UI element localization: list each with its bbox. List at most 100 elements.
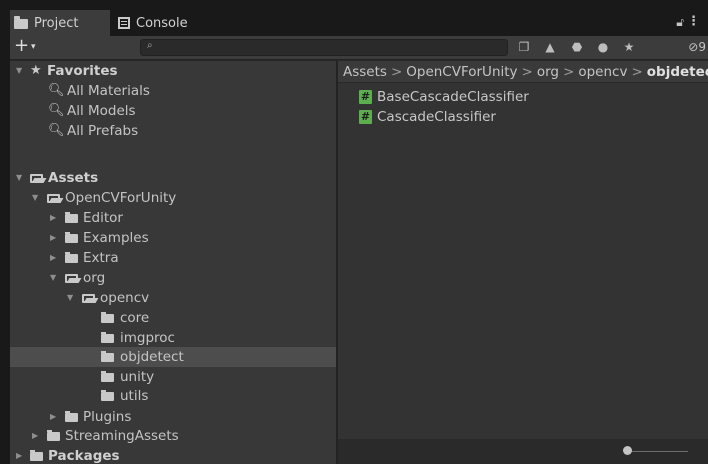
hidden-packages-toggle[interactable]: ⊘9: [688, 38, 706, 56]
tree-row-label: Packages: [48, 448, 120, 464]
project-tree: ▼ ★ Favorites 🔍︎ All Materials 🔍︎ All Mo…: [10, 61, 336, 464]
collapse-arrow-icon[interactable]: ▶: [50, 248, 56, 268]
tree-row-unity[interactable]: unity: [10, 367, 336, 387]
breadcrumb-item[interactable]: opencv: [578, 64, 627, 80]
tree-row-label: org: [83, 270, 106, 286]
folder-icon: [14, 16, 28, 29]
search-by-log-type-icon[interactable]: ●: [593, 38, 613, 56]
search-by-type-icon[interactable]: ▲: [540, 38, 560, 56]
expand-arrow-icon[interactable]: ▼: [67, 288, 73, 308]
search-input[interactable]: ⌕: [140, 39, 508, 56]
folder-icon: [65, 212, 78, 223]
folder-contents: Assets > OpenCVForUnity > org > opencv > objdete…: [338, 61, 708, 464]
tree-row-packages[interactable]: ▶ Packages: [10, 446, 336, 464]
favorite-search-icon[interactable]: ★: [619, 38, 639, 56]
collapse-arrow-icon[interactable]: ▶: [32, 426, 38, 446]
breadcrumb-current[interactable]: objdetect: [647, 64, 708, 80]
favorite-item[interactable]: 🔍︎ All Models: [10, 101, 336, 121]
toolbar: + ▾ ⌕ ❐ ▲ ⬣ ● ★ ⊘9: [10, 36, 708, 60]
favorite-item-label: All Materials: [67, 83, 150, 99]
tree-row-label: Editor: [83, 210, 123, 226]
breadcrumb-item[interactable]: Assets: [343, 64, 387, 80]
icon-size-slider[interactable]: [628, 451, 688, 452]
tree-row-favorites[interactable]: ▼ ★ Favorites: [10, 61, 336, 81]
collapse-arrow-icon[interactable]: ▶: [50, 208, 56, 228]
folder-open-icon: [30, 174, 43, 183]
folder-icon: [65, 252, 78, 263]
tree-row-examples[interactable]: ▶ Examples: [10, 228, 336, 248]
breadcrumb-separator: >: [521, 64, 533, 80]
tree-row-streamingassets[interactable]: ▶ StreamingAssets: [10, 426, 336, 446]
folder-open-icon: [65, 274, 78, 283]
tree-row-label: imgproc: [120, 330, 175, 346]
tree-row-label: utils: [120, 388, 149, 404]
folder-icon: [101, 390, 114, 401]
favorite-item[interactable]: 🔍︎ All Prefabs: [10, 121, 336, 141]
folder-icon: [101, 351, 114, 362]
folder-open-icon: [82, 294, 95, 303]
breadcrumb-item[interactable]: org: [537, 64, 559, 80]
expand-arrow-icon[interactable]: ▼: [50, 268, 56, 288]
tree-row-label: core: [120, 310, 150, 326]
tab-bar: Project Console 🔓︎ ⋮: [10, 10, 708, 36]
tree-row-label: OpenCVForUnity: [65, 190, 177, 206]
csharp-script-icon: #: [359, 110, 372, 124]
collapse-arrow-icon[interactable]: ▶: [50, 407, 56, 427]
search-by-label-icon[interactable]: ⬣: [567, 38, 587, 56]
tab-console-label: Console: [136, 15, 188, 31]
tab-project-label: Project: [34, 15, 79, 31]
tree-row-label: Examples: [83, 230, 149, 246]
plus-icon: +: [14, 35, 30, 56]
star-icon: ★: [30, 63, 42, 78]
tab-console[interactable]: Console: [114, 10, 224, 36]
tree-row-objdetect[interactable]: objdetect: [10, 347, 336, 367]
icon-size-slider-thumb[interactable]: [623, 446, 632, 455]
project-window: Project Console 🔓︎ ⋮ + ▾ ⌕ ❐ ▲ ⬣ ● ★ ⊘9 …: [10, 10, 708, 464]
add-button[interactable]: + ▾: [14, 36, 48, 58]
tree-row-label: Assets: [48, 170, 99, 186]
console-icon: [118, 17, 130, 29]
tree-row-label: unity: [120, 369, 155, 385]
chevron-down-icon: ▾: [31, 42, 36, 52]
expand-arrow-icon[interactable]: ▼: [16, 168, 22, 188]
tree-row-editor[interactable]: ▶ Editor: [10, 208, 336, 228]
folder-icon: [101, 332, 114, 343]
tree-row-label: objdetect: [120, 349, 184, 365]
breadcrumb: Assets > OpenCVForUnity > org > opencv > objdete…: [338, 61, 708, 83]
collapse-arrow-icon[interactable]: ▶: [50, 228, 56, 248]
tree-row-label: Plugins: [83, 409, 132, 425]
favorite-item[interactable]: 🔍︎ All Materials: [10, 81, 336, 101]
more-options-icon[interactable]: ⋮: [687, 14, 700, 29]
expand-arrow-icon[interactable]: ▼: [32, 188, 38, 208]
folder-icon: [101, 371, 114, 382]
tree-row-extra[interactable]: ▶ Extra: [10, 248, 336, 268]
status-bar: [338, 439, 708, 464]
folder-icon: [101, 312, 114, 323]
tree-row-imgproc[interactable]: imgproc: [10, 328, 336, 348]
collapse-arrow-icon[interactable]: ▶: [16, 446, 22, 464]
tree-row-opencvforunity[interactable]: ▼ OpenCVForUnity: [10, 188, 336, 208]
search-icon: 🔍︎: [48, 103, 65, 118]
folder-icon: [65, 411, 78, 422]
tree-row-core[interactable]: core: [10, 308, 336, 328]
tree-row-opencv[interactable]: ▼ opencv: [10, 288, 336, 308]
tree-row-org[interactable]: ▼ org: [10, 268, 336, 288]
tree-row-assets[interactable]: ▼ Assets: [10, 168, 336, 188]
tree-row-utils[interactable]: utils: [10, 386, 336, 406]
breadcrumb-item[interactable]: OpenCVForUnity: [406, 64, 517, 80]
folder-icon: [30, 450, 43, 461]
search-by-scene-icon[interactable]: ❐: [514, 38, 534, 56]
tab-project[interactable]: Project: [10, 10, 110, 36]
tree-row-label: opencv: [100, 290, 150, 306]
file-name: BaseCascadeClassifier: [377, 89, 529, 105]
expand-arrow-icon[interactable]: ▼: [16, 61, 22, 81]
favorites-label: Favorites: [47, 63, 118, 79]
search-icon: 🔍︎: [48, 123, 65, 138]
search-icon: ⌕: [147, 40, 153, 51]
tree-row-label: StreamingAssets: [65, 428, 179, 444]
search-icon: 🔍︎: [48, 83, 65, 98]
folder-icon: [47, 430, 60, 441]
folder-icon: [65, 232, 78, 243]
lock-icon[interactable]: 🔓︎: [676, 15, 684, 30]
tree-row-plugins[interactable]: ▶ Plugins: [10, 407, 336, 427]
